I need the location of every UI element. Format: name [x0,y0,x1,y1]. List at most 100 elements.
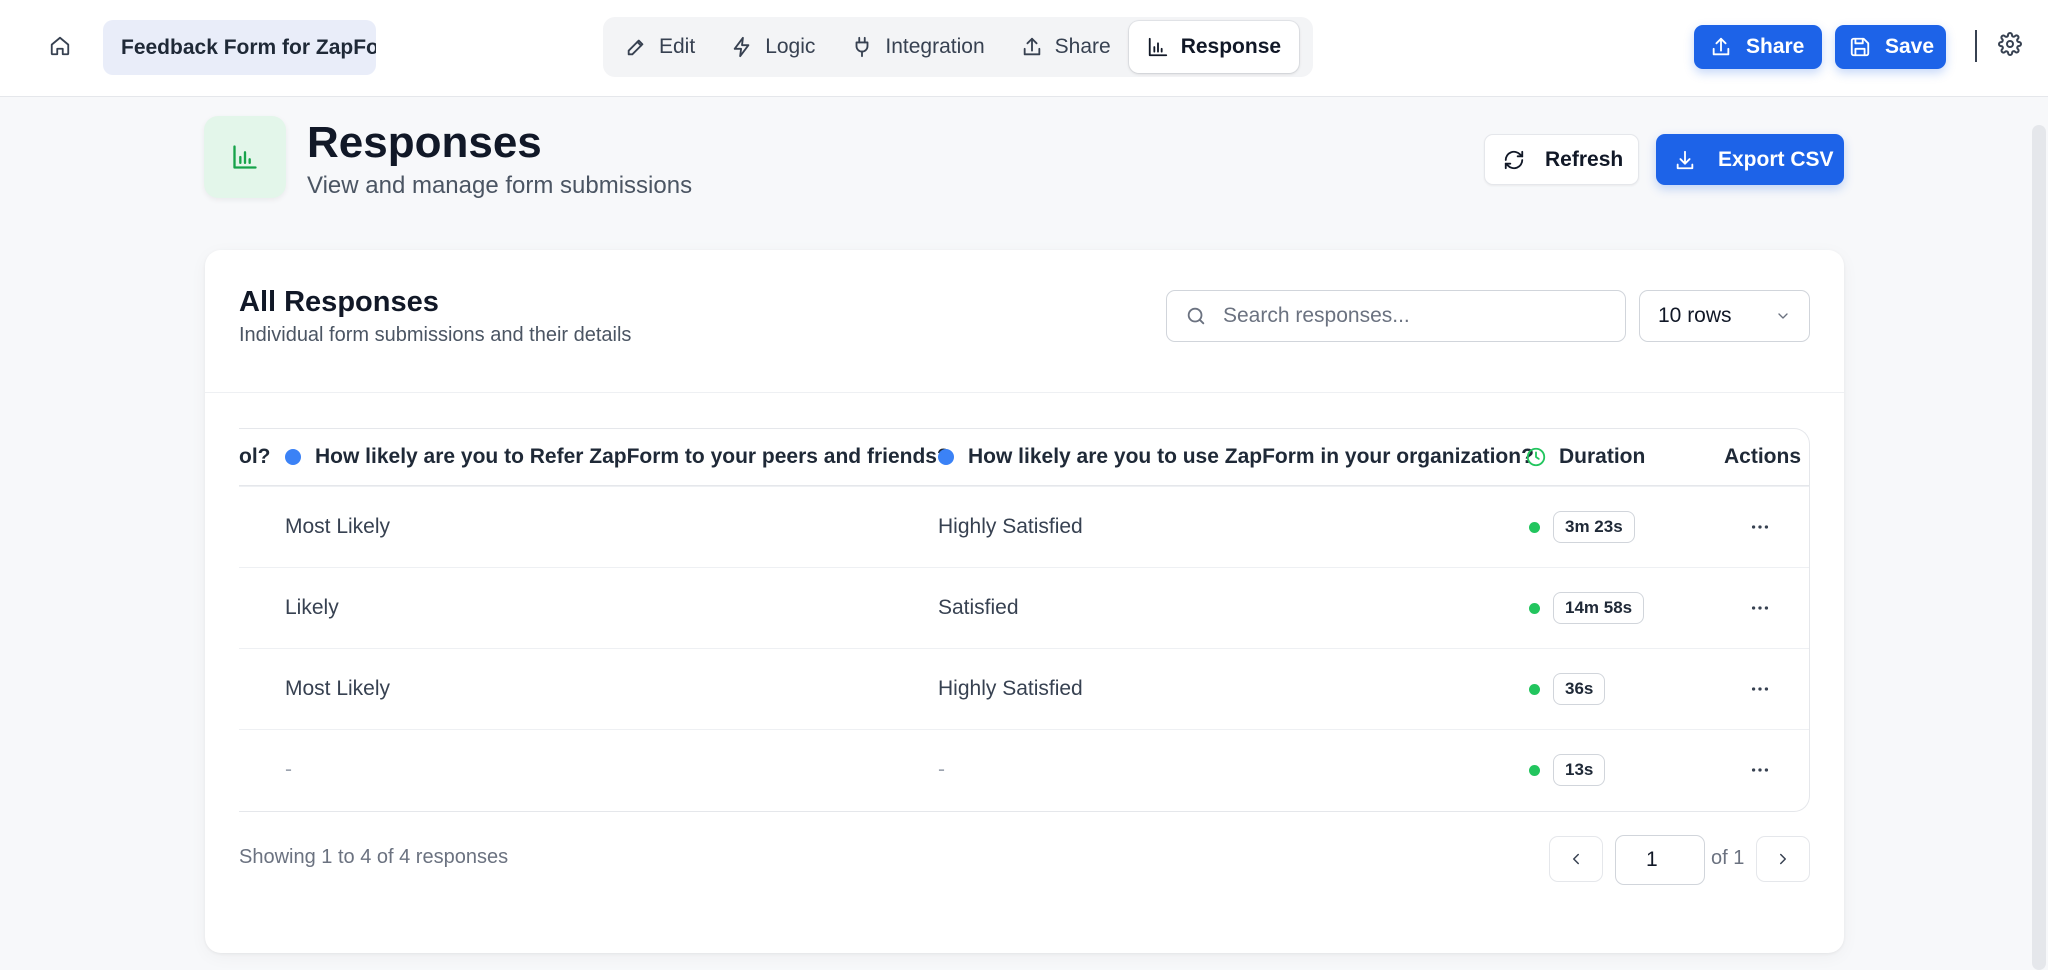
column-header-duration[interactable]: Duration [1525,429,1645,485]
status-dot-icon [1529,683,1540,695]
page-title: Responses [307,118,542,167]
cell-use: - [938,758,945,781]
tab-logic-label: Logic [765,35,816,58]
cell-use: Satisfied [938,596,1019,619]
column-header-refer[interactable]: How likely are you to Refer ZapForm to y… [285,429,950,485]
bar-chart-icon [1147,36,1169,58]
tab-response[interactable]: Response [1128,21,1300,73]
row-actions-button[interactable] [1740,750,1780,790]
floppy-disk-icon [1849,36,1871,58]
cell-actions [1740,649,1780,729]
export-csv-button[interactable]: Export CSV [1656,134,1844,185]
column-header-label: Duration [1559,445,1646,468]
search-icon [1185,305,1207,327]
page-total: of 1 [1711,847,1745,869]
toolbar-divider [1975,30,1977,62]
cell-refer: - [285,758,292,781]
responses-card: All Responses Individual form submission… [205,250,1844,953]
share-icon [1021,36,1043,58]
previous-page-button[interactable] [1549,836,1603,882]
table-header-row: ol? How likely are you to Refer ZapForm … [239,429,1809,486]
column-header-use[interactable]: How likely are you to use ZapForm in you… [938,429,1534,485]
pencil-icon [625,36,647,58]
duration-badge: 14m 58s [1553,592,1645,624]
page-number-input[interactable]: 1 [1615,835,1705,885]
duration-badge: 36s [1553,673,1606,705]
cell-refer: Most Likely [285,677,391,700]
table-row[interactable]: Likely Satisfied 14m 58s [239,567,1809,648]
column-header-truncated[interactable]: ol? [239,429,271,485]
cell-use: Highly Satisfied [938,515,1083,538]
home-button[interactable] [40,26,80,66]
card-divider [205,392,1844,393]
duration-badge: 13s [1553,754,1606,786]
column-header-label: Actions [1724,445,1802,468]
column-header-label: ol? [239,445,271,468]
tab-share-label: Share [1054,35,1111,58]
table-row[interactable]: Most Likely Highly Satisfied 36s [239,648,1809,729]
question-dot-icon [938,449,954,465]
search-box [1166,290,1626,342]
chevron-right-icon [1774,850,1792,868]
column-header-label: How likely are you to use ZapForm in you… [968,445,1534,468]
tab-edit-label: Edit [659,35,696,58]
cell-duration: 13s [1529,730,1606,810]
share-button[interactable]: Share [1694,25,1822,69]
refresh-button-label: Refresh [1545,147,1624,171]
cell-duration: 3m 23s [1529,487,1635,567]
tab-share[interactable]: Share [1003,21,1129,73]
save-button-label: Save [1885,35,1935,58]
column-header-actions: Actions [1724,429,1801,485]
refresh-icon [1503,149,1525,171]
gear-icon [1998,32,2026,56]
clock-icon [1525,446,1547,468]
next-page-button[interactable] [1756,836,1810,882]
cell-duration: 36s [1529,649,1606,729]
bar-chart-icon [231,143,259,171]
status-dot-icon [1529,764,1540,776]
editor-nav: Edit Logic Integration Share Response [603,17,1313,77]
row-actions-button[interactable] [1740,669,1780,709]
page-scrollbar[interactable] [2032,125,2046,970]
refresh-button[interactable]: Refresh [1484,134,1639,185]
form-title-field[interactable]: Feedback Form for ZapForm [103,20,376,75]
search-input[interactable] [1223,304,1603,328]
tab-response-label: Response [1180,35,1282,58]
status-dot-icon [1529,602,1540,614]
save-button[interactable]: Save [1835,25,1946,69]
share-button-label: Share [1746,35,1805,58]
card-title: All Responses [239,286,439,318]
rows-per-page-select[interactable]: 10 rows [1639,290,1810,342]
plug-icon [851,36,873,58]
row-actions-button[interactable] [1740,588,1780,628]
table-row[interactable]: - - 13s [239,729,1809,810]
column-header-label: How likely are you to Refer ZapForm to y… [315,445,950,468]
more-horizontal-icon [1749,759,1771,781]
tab-integration[interactable]: Integration [833,21,1002,73]
rows-per-page-value: 10 rows [1658,304,1732,327]
status-dot-icon [1529,521,1540,533]
row-actions-button[interactable] [1740,507,1780,547]
home-icon [49,35,71,57]
download-icon [1674,149,1696,171]
export-csv-label: Export CSV [1718,147,1834,171]
card-subtitle: Individual form submissions and their de… [239,324,632,346]
results-summary: Showing 1 to 4 of 4 responses [239,846,509,868]
tab-edit[interactable]: Edit [607,21,713,73]
tab-logic[interactable]: Logic [713,21,833,73]
more-horizontal-icon [1749,597,1771,619]
duration-badge: 3m 23s [1553,511,1635,543]
settings-button[interactable] [1998,32,2026,60]
more-horizontal-icon [1749,678,1771,700]
table-row[interactable]: Most Likely Highly Satisfied 3m 23s [239,486,1809,567]
responses-badge [204,116,286,198]
cell-actions [1740,730,1780,810]
question-dot-icon [285,449,301,465]
cell-refer: Likely [285,596,339,619]
responses-table: ol? How likely are you to Refer ZapForm … [239,428,1810,812]
lightning-icon [731,36,753,58]
tab-integration-label: Integration [885,35,985,58]
cell-actions [1740,487,1780,567]
cell-actions [1740,568,1780,648]
more-horizontal-icon [1749,516,1771,538]
